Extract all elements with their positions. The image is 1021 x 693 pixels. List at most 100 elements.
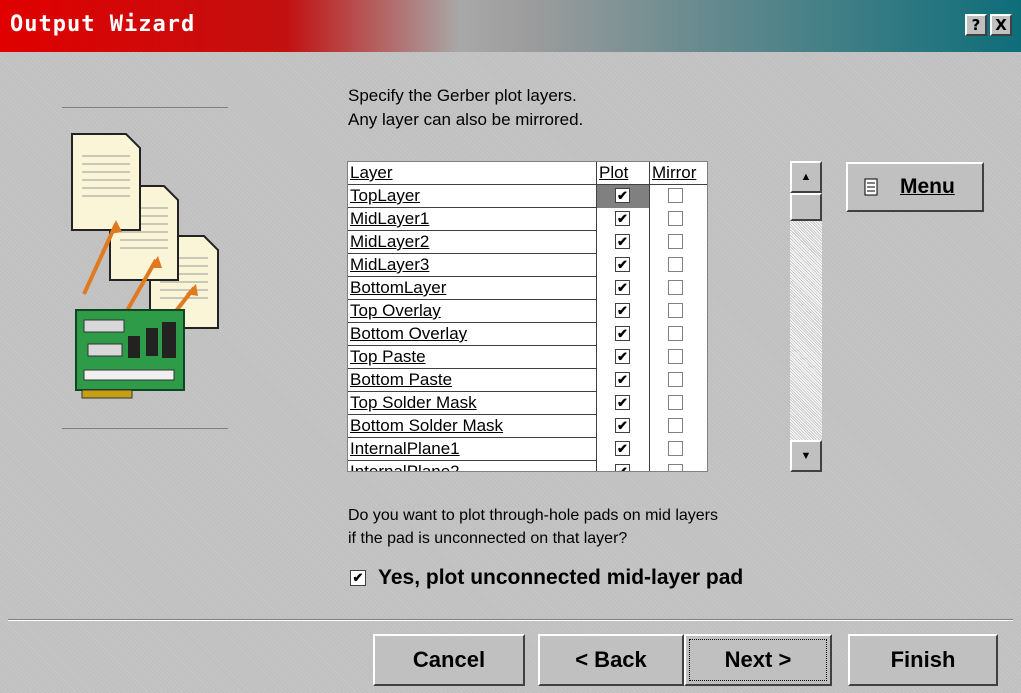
scroll-thumb[interactable] bbox=[790, 193, 822, 221]
back-button[interactable]: < Back bbox=[538, 634, 684, 686]
mirror-cell bbox=[650, 369, 707, 392]
plot-checkbox[interactable]: ✔ bbox=[615, 188, 630, 203]
mirror-checkbox[interactable] bbox=[668, 418, 683, 433]
plot-checkbox[interactable]: ✔ bbox=[615, 464, 630, 471]
mirror-checkbox[interactable] bbox=[668, 349, 683, 364]
layer-name-cell[interactable]: MidLayer3 bbox=[348, 254, 597, 277]
plot-cell: ✔ bbox=[597, 392, 650, 415]
layer-name-cell[interactable]: Bottom Overlay bbox=[348, 323, 597, 346]
plot-checkbox[interactable]: ✔ bbox=[615, 441, 630, 456]
plot-checkbox[interactable]: ✔ bbox=[615, 211, 630, 226]
plot-cell: ✔ bbox=[597, 208, 650, 231]
column-header-mirror[interactable]: Mirror bbox=[650, 162, 707, 185]
layer-name-cell[interactable]: Bottom Solder Mask bbox=[348, 415, 597, 438]
table-row[interactable]: Bottom Paste ✔ bbox=[348, 369, 707, 392]
layer-name-cell[interactable]: Top Solder Mask bbox=[348, 392, 597, 415]
close-button[interactable]: X bbox=[990, 14, 1012, 36]
window-title: Output Wizard bbox=[10, 12, 196, 37]
plot-cell: ✔ bbox=[597, 300, 650, 323]
button-divider bbox=[8, 619, 1013, 621]
mirror-cell bbox=[650, 231, 707, 254]
layer-name-cell[interactable]: InternalPlane1 bbox=[348, 438, 597, 461]
plot-cell: ✔ bbox=[597, 415, 650, 438]
cancel-button[interactable]: Cancel bbox=[373, 634, 525, 686]
plot-checkbox[interactable]: ✔ bbox=[615, 280, 630, 295]
mirror-checkbox[interactable] bbox=[668, 372, 683, 387]
grid-header-row: Layer Plot Mirror bbox=[348, 162, 707, 185]
table-row[interactable]: MidLayer1 ✔ bbox=[348, 208, 707, 231]
mirror-checkbox[interactable] bbox=[668, 188, 683, 203]
scroll-down-arrow-icon[interactable]: ▼ bbox=[790, 440, 822, 472]
layer-name-cell[interactable]: Top Paste bbox=[348, 346, 597, 369]
mirror-cell bbox=[650, 392, 707, 415]
plot-checkbox[interactable]: ✔ bbox=[615, 395, 630, 410]
grid-scrollbar[interactable]: ▲ ▼ bbox=[790, 161, 822, 472]
plot-cell: ✔ bbox=[597, 461, 650, 471]
output-wizard-window: Output Wizard ? X Specify the Gerber plo… bbox=[0, 0, 1021, 693]
plot-cell: ✔ bbox=[597, 369, 650, 392]
table-row[interactable]: Top Paste ✔ bbox=[348, 346, 707, 369]
layer-name-cell[interactable]: Top Overlay bbox=[348, 300, 597, 323]
layer-name-cell[interactable]: TopLayer bbox=[348, 185, 597, 208]
help-button[interactable]: ? bbox=[965, 14, 987, 36]
layer-grid[interactable]: Layer Plot Mirror TopLayer ✔ MidLayer1 ✔ Mid… bbox=[347, 161, 708, 472]
next-button[interactable]: Next > bbox=[684, 634, 832, 686]
menu-button-label: Menu bbox=[900, 175, 955, 198]
plot-cell: ✔ bbox=[597, 231, 650, 254]
mirror-checkbox[interactable] bbox=[668, 464, 683, 471]
plot-checkbox[interactable]: ✔ bbox=[615, 234, 630, 249]
mirror-checkbox[interactable] bbox=[668, 257, 683, 272]
column-header-layer[interactable]: Layer bbox=[348, 162, 597, 185]
mirror-cell bbox=[650, 300, 707, 323]
plot-cell: ✔ bbox=[597, 277, 650, 300]
instruction-line-2: Any layer can also be mirrored. bbox=[348, 110, 584, 129]
table-row[interactable]: InternalPlane2 ✔ bbox=[348, 461, 707, 471]
menu-button[interactable]: Menu bbox=[846, 162, 984, 212]
finish-button[interactable]: Finish bbox=[848, 634, 998, 686]
plot-checkbox[interactable]: ✔ bbox=[615, 372, 630, 387]
plot-checkbox[interactable]: ✔ bbox=[615, 418, 630, 433]
mirror-checkbox[interactable] bbox=[668, 441, 683, 456]
layer-name-cell[interactable]: Bottom Paste bbox=[348, 369, 597, 392]
plot-checkbox[interactable]: ✔ bbox=[615, 349, 630, 364]
documents-to-circuit-board-icon bbox=[71, 133, 219, 399]
scroll-up-arrow-icon[interactable]: ▲ bbox=[790, 161, 822, 193]
plot-cell: ✔ bbox=[597, 346, 650, 369]
plot-checkbox[interactable]: ✔ bbox=[615, 257, 630, 272]
unconnected-pads-checkbox[interactable]: ✔ bbox=[350, 570, 366, 586]
table-row[interactable]: InternalPlane1 ✔ bbox=[348, 438, 707, 461]
table-row[interactable]: Bottom Overlay ✔ bbox=[348, 323, 707, 346]
mirror-checkbox[interactable] bbox=[668, 303, 683, 318]
table-row[interactable]: BottomLayer ✔ bbox=[348, 277, 707, 300]
mirror-cell bbox=[650, 185, 707, 208]
wizard-illustration bbox=[62, 107, 228, 429]
mirror-checkbox[interactable] bbox=[668, 326, 683, 341]
layer-name-cell[interactable]: InternalPlane2 bbox=[348, 461, 597, 471]
unconnected-pads-label: Yes, plot unconnected mid-layer pad bbox=[378, 566, 744, 589]
layer-name-cell[interactable]: MidLayer1 bbox=[348, 208, 597, 231]
plot-cell: ✔ bbox=[597, 438, 650, 461]
menu-icon bbox=[864, 178, 878, 196]
table-row[interactable]: Bottom Solder Mask ✔ bbox=[348, 415, 707, 438]
plot-checkbox[interactable]: ✔ bbox=[615, 326, 630, 341]
plot-cell: ✔ bbox=[597, 323, 650, 346]
table-row[interactable]: TopLayer ✔ bbox=[348, 185, 707, 208]
layer-name-cell[interactable]: MidLayer2 bbox=[348, 231, 597, 254]
table-row[interactable]: MidLayer3 ✔ bbox=[348, 254, 707, 277]
layer-name-cell[interactable]: BottomLayer bbox=[348, 277, 597, 300]
column-header-plot[interactable]: Plot bbox=[597, 162, 650, 185]
plot-checkbox[interactable]: ✔ bbox=[615, 303, 630, 318]
table-row[interactable]: MidLayer2 ✔ bbox=[348, 231, 707, 254]
plot-cell: ✔ bbox=[597, 185, 650, 208]
table-row[interactable]: Top Solder Mask ✔ bbox=[348, 392, 707, 415]
title-bar: Output Wizard ? X bbox=[0, 0, 1021, 52]
mirror-cell bbox=[650, 208, 707, 231]
mirror-checkbox[interactable] bbox=[668, 211, 683, 226]
mirror-checkbox[interactable] bbox=[668, 234, 683, 249]
table-row[interactable]: Top Overlay ✔ bbox=[348, 300, 707, 323]
mirror-checkbox[interactable] bbox=[668, 280, 683, 295]
mirror-cell bbox=[650, 461, 707, 471]
mirror-checkbox[interactable] bbox=[668, 395, 683, 410]
instruction-line-1: Specify the Gerber plot layers. bbox=[348, 86, 577, 105]
mirror-cell bbox=[650, 415, 707, 438]
